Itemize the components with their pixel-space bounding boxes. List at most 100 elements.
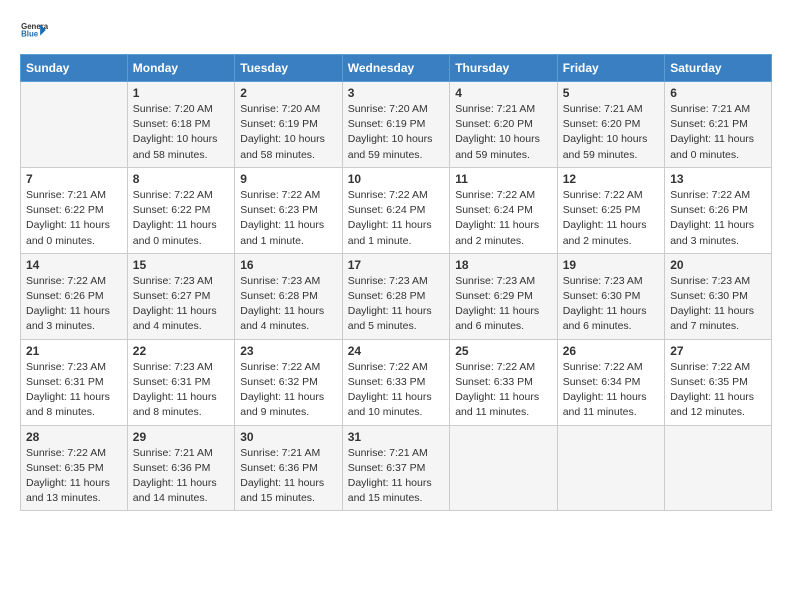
calendar-cell: 30 Sunrise: 7:21 AM Sunset: 6:36 PM Dayli… [235, 425, 342, 511]
calendar-header: SundayMondayTuesdayWednesdayThursdayFrid… [21, 55, 772, 82]
calendar-cell: 27 Sunrise: 7:22 AM Sunset: 6:35 PM Dayli… [665, 339, 772, 425]
calendar-cell: 23Sunrise: 7:22 AM Sunset: 6:32 PM Dayli… [235, 339, 342, 425]
calendar-cell: 2 Sunrise: 7:20 AM Sunset: 6:19 PM Daylig… [235, 82, 342, 168]
day-info: Sunrise: 7:20 AM Sunset: 6:18 PM Dayligh… [133, 102, 229, 163]
day-number: 2 [240, 86, 336, 100]
calendar-cell: 24Sunrise: 7:22 AM Sunset: 6:33 PM Dayli… [342, 339, 449, 425]
calendar-week-row: 21Sunrise: 7:23 AM Sunset: 6:31 PM Dayli… [21, 339, 772, 425]
calendar-cell: 15 Sunrise: 7:23 AM Sunset: 6:27 PM Dayli… [127, 253, 234, 339]
calendar-week-row: 14 Sunrise: 7:22 AM Sunset: 6:26 PM Dayli… [21, 253, 772, 339]
calendar-cell: 7 Sunrise: 7:21 AM Sunset: 6:22 PM Daylig… [21, 167, 128, 253]
calendar-cell: 19 Sunrise: 7:23 AM Sunset: 6:30 PM Dayli… [557, 253, 664, 339]
day-number: 7 [26, 172, 122, 186]
calendar-cell: 8Sunrise: 7:22 AM Sunset: 6:22 PM Daylig… [127, 167, 234, 253]
calendar-week-row: 1Sunrise: 7:20 AM Sunset: 6:18 PM Daylig… [21, 82, 772, 168]
day-info: Sunrise: 7:22 AM Sunset: 6:35 PM Dayligh… [26, 446, 122, 507]
calendar-cell: 29Sunrise: 7:21 AM Sunset: 6:36 PM Dayli… [127, 425, 234, 511]
calendar-cell: 14 Sunrise: 7:22 AM Sunset: 6:26 PM Dayli… [21, 253, 128, 339]
day-info: Sunrise: 7:23 AM Sunset: 6:29 PM Dayligh… [455, 274, 551, 335]
day-of-week-header: Sunday [21, 55, 128, 82]
day-info: Sunrise: 7:22 AM Sunset: 6:32 PM Dayligh… [240, 360, 336, 421]
header: GeneralBlue [20, 16, 772, 44]
day-info: Sunrise: 7:22 AM Sunset: 6:33 PM Dayligh… [455, 360, 551, 421]
day-info: Sunrise: 7:23 AM Sunset: 6:31 PM Dayligh… [133, 360, 229, 421]
calendar-cell: 16 Sunrise: 7:23 AM Sunset: 6:28 PM Dayli… [235, 253, 342, 339]
calendar-cell: 18 Sunrise: 7:23 AM Sunset: 6:29 PM Dayli… [450, 253, 557, 339]
day-info: Sunrise: 7:21 AM Sunset: 6:21 PM Dayligh… [670, 102, 766, 163]
calendar-cell: 25 Sunrise: 7:22 AM Sunset: 6:33 PM Dayli… [450, 339, 557, 425]
svg-text:Blue: Blue [21, 30, 39, 39]
day-info: Sunrise: 7:22 AM Sunset: 6:25 PM Dayligh… [563, 188, 659, 249]
day-number: 27 [670, 344, 766, 358]
day-number: 14 [26, 258, 122, 272]
calendar-cell: 17Sunrise: 7:23 AM Sunset: 6:28 PM Dayli… [342, 253, 449, 339]
calendar-cell: 21Sunrise: 7:23 AM Sunset: 6:31 PM Dayli… [21, 339, 128, 425]
calendar-cell: 5Sunrise: 7:21 AM Sunset: 6:20 PM Daylig… [557, 82, 664, 168]
day-number: 26 [563, 344, 659, 358]
day-of-week-header: Tuesday [235, 55, 342, 82]
day-info: Sunrise: 7:21 AM Sunset: 6:22 PM Dayligh… [26, 188, 122, 249]
day-info: Sunrise: 7:22 AM Sunset: 6:26 PM Dayligh… [670, 188, 766, 249]
calendar-cell: 31Sunrise: 7:21 AM Sunset: 6:37 PM Dayli… [342, 425, 449, 511]
day-info: Sunrise: 7:22 AM Sunset: 6:23 PM Dayligh… [240, 188, 336, 249]
day-number: 5 [563, 86, 659, 100]
calendar-cell: 1Sunrise: 7:20 AM Sunset: 6:18 PM Daylig… [127, 82, 234, 168]
calendar-table: SundayMondayTuesdayWednesdayThursdayFrid… [20, 54, 772, 511]
day-number: 6 [670, 86, 766, 100]
calendar-cell [557, 425, 664, 511]
calendar-cell: 4Sunrise: 7:21 AM Sunset: 6:20 PM Daylig… [450, 82, 557, 168]
calendar-cell: 11 Sunrise: 7:22 AM Sunset: 6:24 PM Dayli… [450, 167, 557, 253]
day-of-week-header: Thursday [450, 55, 557, 82]
day-number: 10 [348, 172, 444, 186]
day-of-week-header: Monday [127, 55, 234, 82]
day-number: 25 [455, 344, 551, 358]
calendar-cell: 28 Sunrise: 7:22 AM Sunset: 6:35 PM Dayli… [21, 425, 128, 511]
calendar-week-row: 7 Sunrise: 7:21 AM Sunset: 6:22 PM Daylig… [21, 167, 772, 253]
calendar-week-row: 28 Sunrise: 7:22 AM Sunset: 6:35 PM Dayli… [21, 425, 772, 511]
day-number: 16 [240, 258, 336, 272]
day-info: Sunrise: 7:21 AM Sunset: 6:36 PM Dayligh… [133, 446, 229, 507]
day-info: Sunrise: 7:23 AM Sunset: 6:27 PM Dayligh… [133, 274, 229, 335]
day-number: 20 [670, 258, 766, 272]
day-number: 13 [670, 172, 766, 186]
calendar-cell: 9 Sunrise: 7:22 AM Sunset: 6:23 PM Daylig… [235, 167, 342, 253]
calendar-cell [450, 425, 557, 511]
calendar-cell: 20Sunrise: 7:23 AM Sunset: 6:30 PM Dayli… [665, 253, 772, 339]
calendar-cell: 12 Sunrise: 7:22 AM Sunset: 6:25 PM Dayli… [557, 167, 664, 253]
day-of-week-header: Saturday [665, 55, 772, 82]
day-info: Sunrise: 7:23 AM Sunset: 6:28 PM Dayligh… [240, 274, 336, 335]
day-number: 28 [26, 430, 122, 444]
day-info: Sunrise: 7:23 AM Sunset: 6:31 PM Dayligh… [26, 360, 122, 421]
calendar-cell: 10 Sunrise: 7:22 AM Sunset: 6:24 PM Dayli… [342, 167, 449, 253]
day-number: 30 [240, 430, 336, 444]
day-info: Sunrise: 7:21 AM Sunset: 6:37 PM Dayligh… [348, 446, 444, 507]
day-number: 24 [348, 344, 444, 358]
calendar-cell: 3 Sunrise: 7:20 AM Sunset: 6:19 PM Daylig… [342, 82, 449, 168]
day-number: 15 [133, 258, 229, 272]
calendar-cell [665, 425, 772, 511]
day-number: 17 [348, 258, 444, 272]
calendar-body: 1Sunrise: 7:20 AM Sunset: 6:18 PM Daylig… [21, 82, 772, 511]
calendar-cell: 6 Sunrise: 7:21 AM Sunset: 6:21 PM Daylig… [665, 82, 772, 168]
calendar-cell: 22 Sunrise: 7:23 AM Sunset: 6:31 PM Dayli… [127, 339, 234, 425]
day-number: 12 [563, 172, 659, 186]
day-number: 9 [240, 172, 336, 186]
day-number: 3 [348, 86, 444, 100]
day-info: Sunrise: 7:22 AM Sunset: 6:35 PM Dayligh… [670, 360, 766, 421]
day-info: Sunrise: 7:20 AM Sunset: 6:19 PM Dayligh… [240, 102, 336, 163]
day-number: 11 [455, 172, 551, 186]
day-info: Sunrise: 7:22 AM Sunset: 6:24 PM Dayligh… [455, 188, 551, 249]
logo-icon: GeneralBlue [20, 16, 48, 44]
day-number: 18 [455, 258, 551, 272]
day-number: 4 [455, 86, 551, 100]
day-info: Sunrise: 7:21 AM Sunset: 6:36 PM Dayligh… [240, 446, 336, 507]
day-info: Sunrise: 7:22 AM Sunset: 6:24 PM Dayligh… [348, 188, 444, 249]
day-number: 22 [133, 344, 229, 358]
logo: GeneralBlue [20, 16, 52, 44]
day-info: Sunrise: 7:23 AM Sunset: 6:30 PM Dayligh… [563, 274, 659, 335]
day-info: Sunrise: 7:22 AM Sunset: 6:26 PM Dayligh… [26, 274, 122, 335]
day-info: Sunrise: 7:22 AM Sunset: 6:34 PM Dayligh… [563, 360, 659, 421]
day-info: Sunrise: 7:22 AM Sunset: 6:22 PM Dayligh… [133, 188, 229, 249]
day-info: Sunrise: 7:20 AM Sunset: 6:19 PM Dayligh… [348, 102, 444, 163]
day-number: 19 [563, 258, 659, 272]
